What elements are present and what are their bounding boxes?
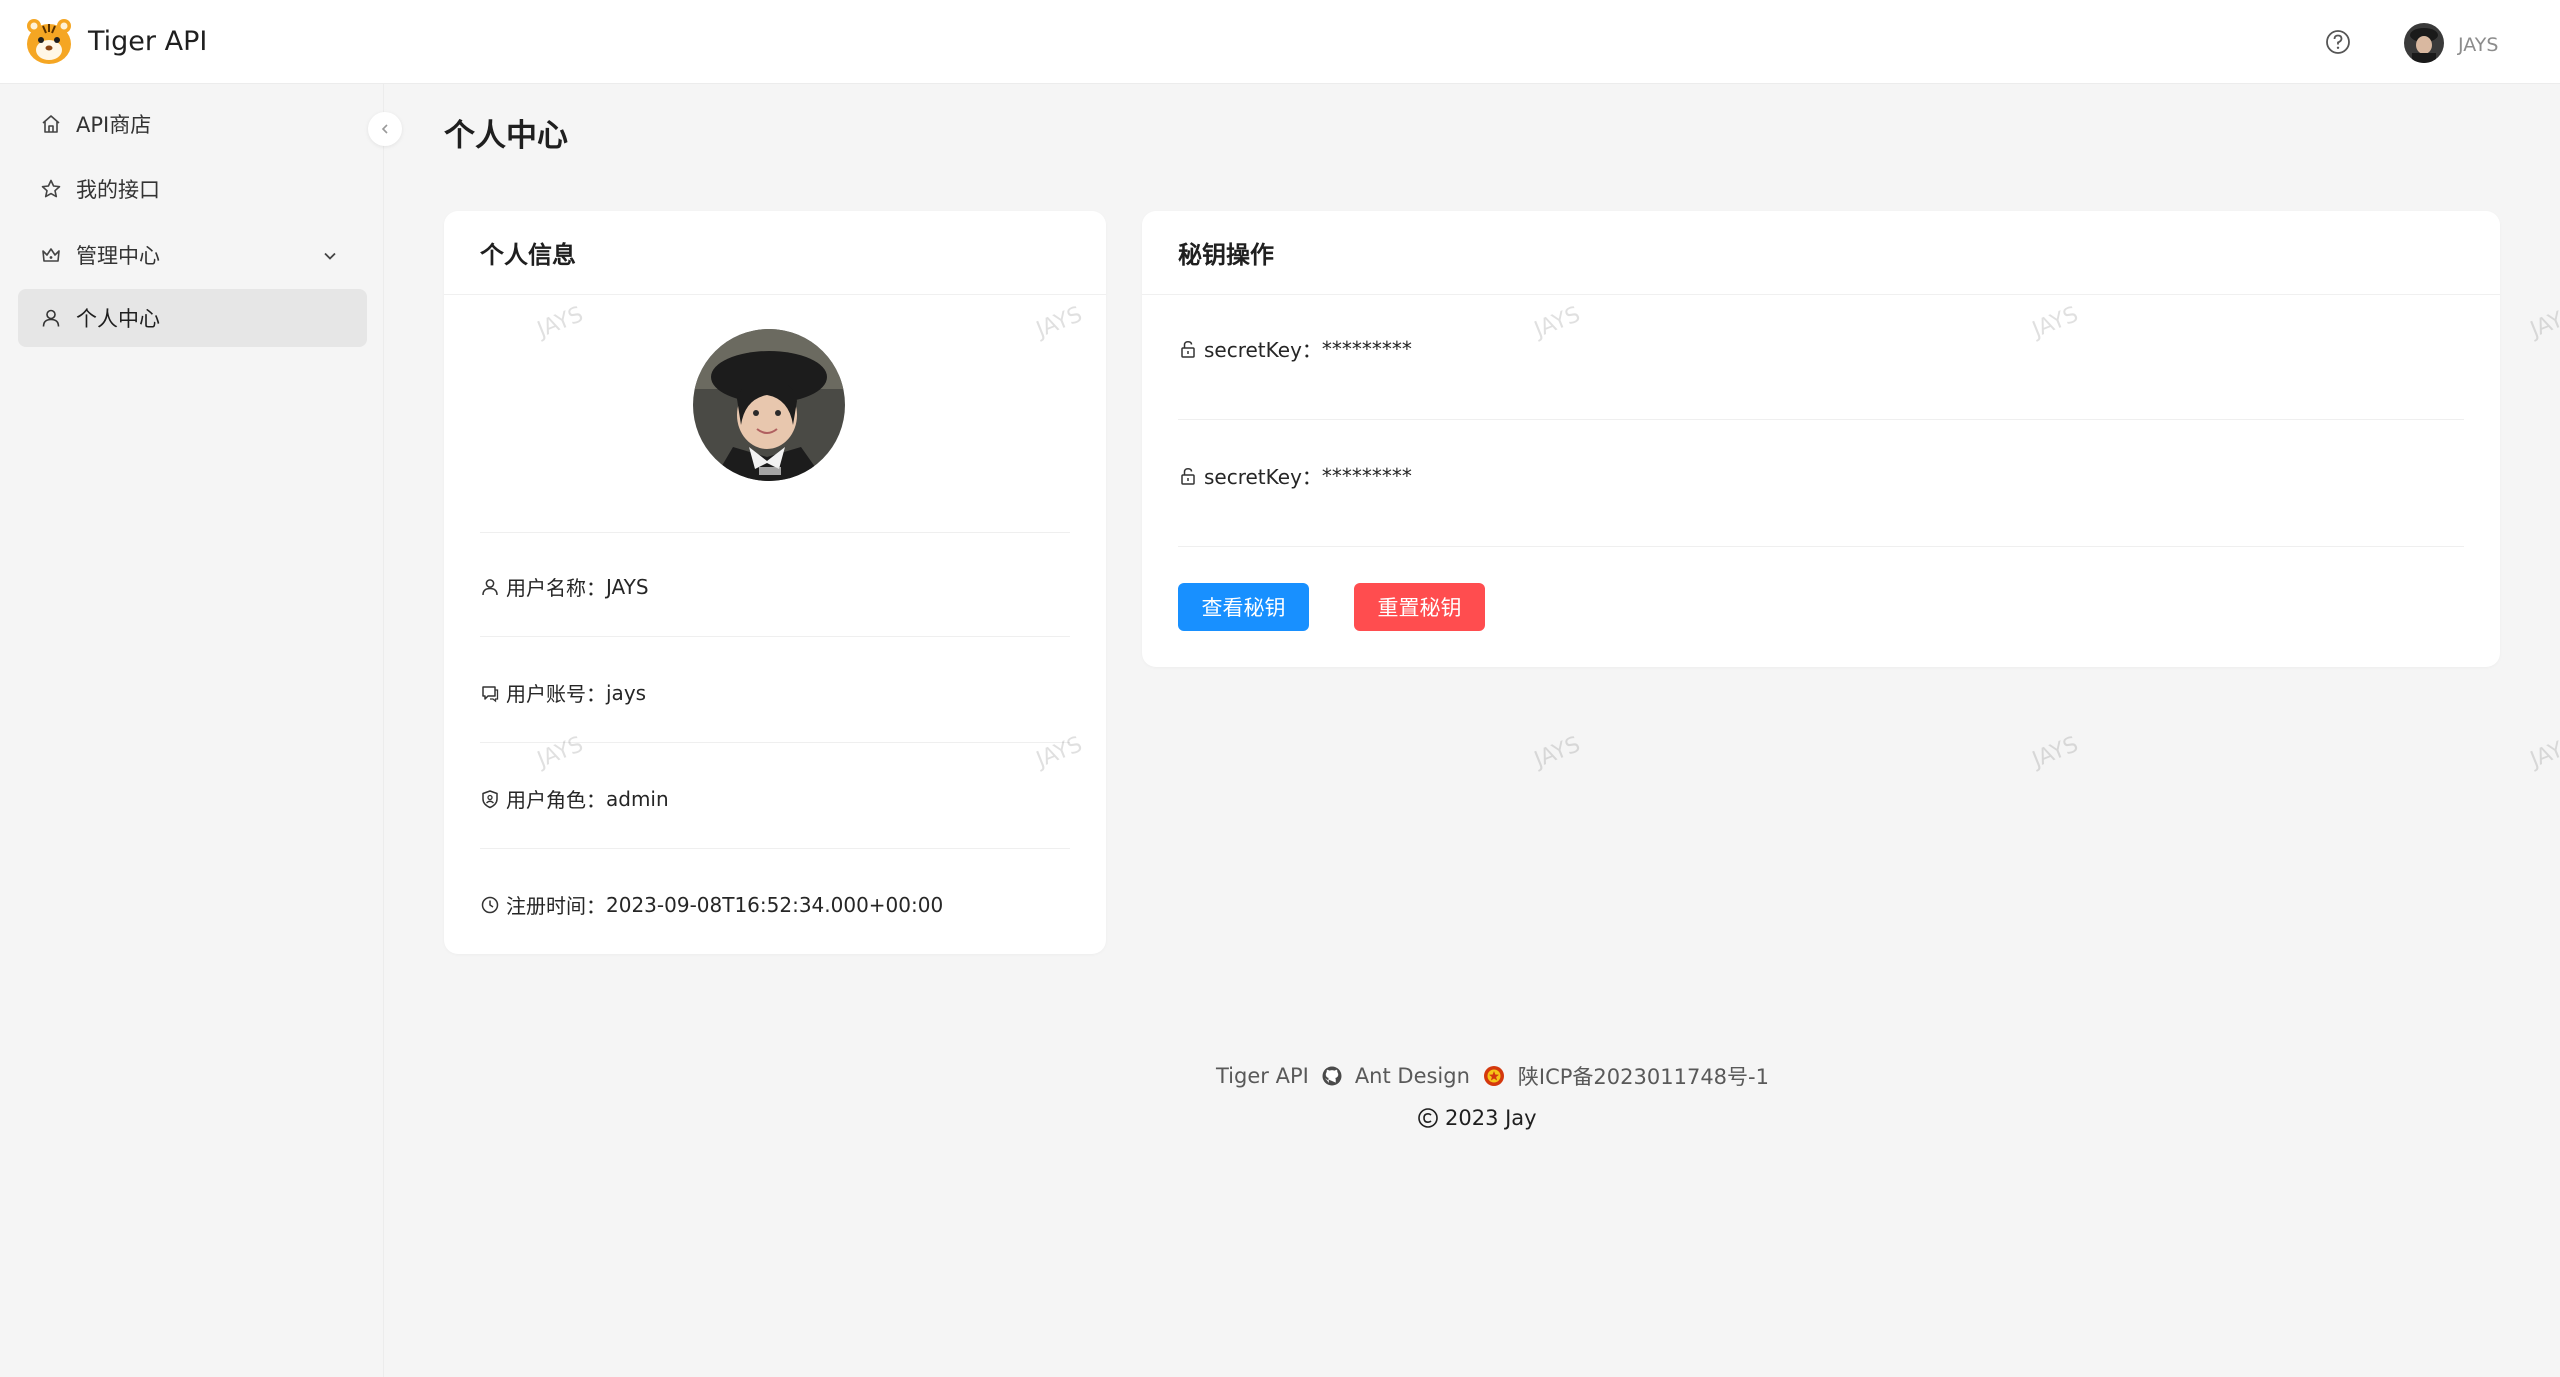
comment-icon — [480, 683, 500, 703]
question-circle-icon[interactable] — [2324, 28, 2352, 56]
tiger-logo-icon[interactable] — [24, 18, 74, 66]
header-username[interactable]: JAYS — [2458, 34, 2498, 56]
divider — [480, 848, 1070, 849]
view-secret-button[interactable]: 查看秘钥 — [1178, 583, 1309, 631]
safety-shield-icon — [480, 789, 500, 809]
crown-icon — [40, 244, 62, 266]
secret-label: secretKey： — [1204, 338, 1322, 362]
secret-key-row: secretKey： ********* — [1178, 461, 1412, 490]
info-label: 用户账号： — [506, 682, 606, 706]
footer-link-tiger-api[interactable]: Tiger API — [1216, 1064, 1309, 1088]
info-value-username: JAYS — [606, 574, 649, 599]
sidebar-item-label: 个人中心 — [76, 307, 160, 331]
divider — [480, 636, 1070, 637]
secret-value: ********* — [1321, 336, 1412, 361]
footer-links: Tiger API Ant Design 陕ICP备2023011748号-1 — [1216, 1061, 1769, 1091]
user-icon — [480, 577, 500, 597]
profile-card-title: 个人信息 — [444, 211, 1106, 295]
copyright-icon — [1417, 1107, 1439, 1129]
profile-avatar[interactable] — [693, 329, 845, 481]
secret-card-title: 秘钥操作 — [1142, 211, 2500, 295]
home-icon — [40, 113, 62, 135]
info-value-role: admin — [606, 786, 669, 811]
sidebar-item-my-apis[interactable]: 我的接口 — [18, 160, 367, 218]
user-icon — [40, 307, 62, 329]
info-row-role: 用户角色： admin — [480, 784, 669, 813]
top-header: Tiger API JAYS — [0, 0, 2560, 84]
unlock-icon — [1178, 466, 1198, 486]
info-value-account: jays — [606, 680, 647, 705]
info-row-register-time: 注册时间： 2023-09-08T16:52:34.000+00:00 — [480, 890, 943, 919]
sidebar-item-admin[interactable]: 管理中心 — [18, 226, 367, 284]
divider — [1178, 546, 2464, 547]
secret-value: ********* — [1321, 463, 1412, 488]
sidebar: API商店 我的接口 管理中心 个人中心 — [0, 84, 384, 1377]
info-row-username: 用户名称： JAYS — [480, 572, 649, 601]
info-label: 注册时间： — [506, 894, 606, 918]
sidebar-item-label: 我的接口 — [76, 178, 160, 202]
user-avatar[interactable] — [2404, 23, 2444, 63]
secret-key-row: secretKey： ********* — [1178, 334, 1412, 363]
sidebar-item-profile[interactable]: 个人中心 — [18, 289, 367, 347]
app-title[interactable]: Tiger API — [88, 26, 207, 57]
star-icon — [40, 178, 62, 200]
sidebar-item-label: API商店 — [76, 113, 152, 137]
copyright-text: 2023 Jay — [1445, 1106, 1537, 1130]
police-badge-icon — [1482, 1064, 1506, 1088]
footer-copyright: 2023 Jay — [1417, 1104, 1537, 1132]
info-value-register-time: 2023-09-08T16:52:34.000+00:00 — [606, 892, 944, 917]
sidebar-collapse-button[interactable] — [368, 112, 402, 146]
divider — [480, 532, 1070, 533]
page-title: 个人中心 — [444, 118, 568, 154]
secret-label: secretKey： — [1204, 465, 1322, 489]
chevron-left-icon — [381, 124, 388, 134]
footer-link-icp[interactable]: 陕ICP备2023011748号-1 — [1518, 1061, 1769, 1091]
chevron-down-icon — [321, 246, 339, 264]
info-row-account: 用户账号： jays — [480, 678, 646, 707]
unlock-icon — [1178, 339, 1198, 359]
divider — [1178, 419, 2464, 420]
watermark: JAYS — [2527, 732, 2560, 773]
watermark: JAYS — [2527, 302, 2560, 343]
info-label: 用户名称： — [506, 576, 606, 600]
sidebar-item-api-store[interactable]: API商店 — [18, 95, 367, 153]
secret-card: 秘钥操作 — [1142, 211, 2500, 667]
github-icon[interactable] — [1321, 1065, 1343, 1087]
info-label: 用户角色： — [506, 788, 606, 812]
divider — [480, 742, 1070, 743]
watermark: JAYS — [2029, 732, 2082, 773]
reset-secret-button[interactable]: 重置秘钥 — [1354, 583, 1485, 631]
footer-link-ant-design[interactable]: Ant Design — [1355, 1064, 1470, 1088]
sidebar-item-label: 管理中心 — [76, 244, 160, 268]
clock-icon — [480, 895, 500, 915]
watermark: JAYS — [1531, 732, 1584, 773]
